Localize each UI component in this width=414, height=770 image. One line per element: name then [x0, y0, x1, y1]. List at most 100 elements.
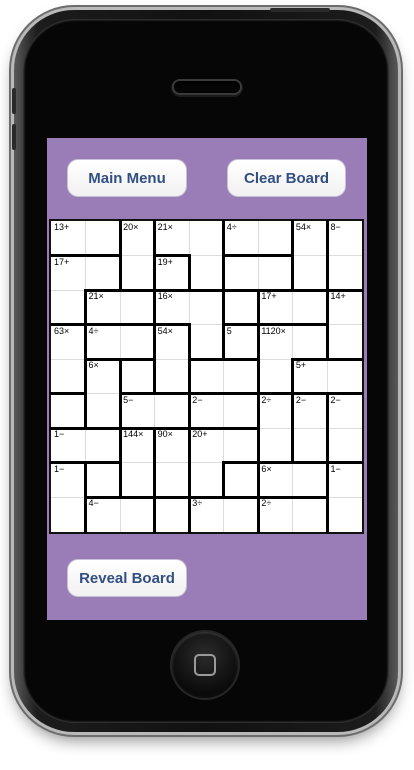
- grid-cell[interactable]: [86, 256, 121, 291]
- cage-wall: [325, 426, 329, 465]
- cage-wall: [325, 254, 329, 292]
- grid-cell[interactable]: [51, 359, 86, 394]
- reveal-board-button[interactable]: Reveal Board: [67, 559, 187, 597]
- cage-clue: 17+: [261, 291, 277, 302]
- grid-cell[interactable]: [293, 325, 328, 360]
- grid-cell[interactable]: [327, 325, 362, 360]
- cage-wall: [118, 254, 122, 292]
- grid-cell[interactable]: [258, 428, 293, 463]
- grid-cell[interactable]: [224, 359, 259, 394]
- clear-board-button[interactable]: Clear Board: [227, 159, 346, 197]
- cage-wall: [222, 357, 260, 361]
- grid-cell[interactable]: [224, 290, 259, 325]
- grid-cell[interactable]: [258, 359, 293, 394]
- cage-wall: [84, 461, 122, 465]
- grid-cell[interactable]: [86, 394, 121, 429]
- grid-cell[interactable]: [327, 256, 362, 291]
- cage-wall: [325, 392, 329, 430]
- grid-cell[interactable]: [120, 359, 155, 394]
- cage-wall: [187, 254, 191, 292]
- cage-wall: [118, 357, 157, 361]
- cage-wall: [222, 254, 260, 258]
- cage-wall: [256, 357, 260, 396]
- cage-wall: [118, 426, 122, 465]
- cage-clue: 6×: [88, 360, 99, 371]
- grid-cell[interactable]: [189, 256, 224, 291]
- grid-cell[interactable]: [155, 359, 190, 394]
- grid-cell[interactable]: [224, 394, 259, 429]
- grid-cell[interactable]: [224, 256, 259, 291]
- sleep-button: [270, 8, 330, 12]
- home-button[interactable]: [172, 632, 238, 698]
- cage-wall: [222, 392, 260, 396]
- grid-cell[interactable]: [51, 497, 86, 532]
- grid-cell[interactable]: [224, 428, 259, 463]
- cage-wall: [84, 495, 88, 534]
- grid-cell[interactable]: [51, 290, 86, 325]
- grid-cell[interactable]: [120, 290, 155, 325]
- grid-cell[interactable]: [293, 256, 328, 291]
- cage-clue: 14+: [330, 291, 346, 302]
- cage-wall: [84, 461, 88, 499]
- grid-cell[interactable]: [327, 359, 362, 394]
- home-square-icon: [194, 654, 216, 676]
- cage-clue: 13+: [54, 222, 70, 232]
- cage-wall: [325, 357, 364, 361]
- grid-cell[interactable]: [120, 497, 155, 532]
- grid-cell[interactable]: [120, 325, 155, 360]
- cage-clue: 20+: [192, 429, 208, 440]
- cage-wall: [291, 495, 329, 499]
- cage-wall: [222, 461, 260, 465]
- grid-cell[interactable]: [51, 394, 86, 429]
- cage-clue: 2−: [330, 394, 341, 405]
- cage-clue: 1−: [54, 429, 65, 440]
- cage-wall: [325, 219, 329, 258]
- cage-wall: [118, 392, 122, 430]
- grid-cell[interactable]: [189, 463, 224, 498]
- cage-wall: [84, 254, 122, 258]
- cage-wall: [325, 288, 329, 327]
- cage-wall: [291, 288, 329, 292]
- cage-wall: [187, 461, 191, 499]
- grid-cell[interactable]: [224, 463, 259, 498]
- grid-cell[interactable]: [86, 463, 121, 498]
- grid-cell[interactable]: [155, 497, 190, 532]
- cage-wall: [222, 323, 226, 361]
- grid-cell[interactable]: [293, 290, 328, 325]
- grid-cell[interactable]: [120, 463, 155, 498]
- grid-cell[interactable]: [258, 256, 293, 291]
- cage-wall: [256, 426, 260, 465]
- cage-wall: [291, 426, 295, 465]
- cage-wall: [256, 288, 260, 327]
- cage-clue: 54×: [295, 222, 312, 232]
- grid-cell[interactable]: [155, 394, 190, 429]
- grid-cell[interactable]: [293, 463, 328, 498]
- grid-cell[interactable]: [258, 221, 293, 256]
- cage-wall: [153, 357, 157, 396]
- cage-clue: 2−: [192, 394, 203, 405]
- cage-wall: [291, 392, 295, 430]
- grid-cell[interactable]: [155, 463, 190, 498]
- main-menu-button[interactable]: Main Menu: [67, 159, 187, 197]
- cage-wall: [325, 461, 329, 499]
- grid-cell[interactable]: [327, 428, 362, 463]
- cage-wall: [118, 357, 122, 396]
- grid-cell[interactable]: [189, 359, 224, 394]
- grid-cell[interactable]: [293, 428, 328, 463]
- cage-wall: [187, 357, 226, 361]
- grid-cell[interactable]: [189, 290, 224, 325]
- grid-cell[interactable]: [293, 497, 328, 532]
- grid-cell[interactable]: [224, 497, 259, 532]
- cage-wall: [256, 392, 260, 430]
- grid-cell[interactable]: [189, 221, 224, 256]
- cage-wall: [153, 392, 191, 396]
- cage-wall: [118, 495, 157, 499]
- cage-wall: [84, 426, 122, 430]
- grid-cell[interactable]: [120, 256, 155, 291]
- grid-cell[interactable]: [327, 497, 362, 532]
- grid-cell[interactable]: [86, 428, 121, 463]
- grid-cell[interactable]: [189, 325, 224, 360]
- cage-wall: [153, 323, 157, 361]
- grid-cell[interactable]: [86, 221, 121, 256]
- cage-wall: [187, 323, 191, 361]
